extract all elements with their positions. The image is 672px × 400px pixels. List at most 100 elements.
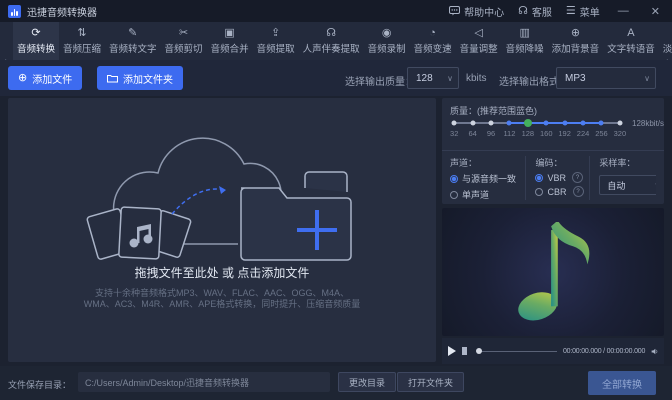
bitrate-slider[interactable]: 32 64 96 112 128 160 192 224 256 320 [445, 115, 629, 145]
help-icon[interactable]: ? [572, 186, 584, 197]
toolbar-tab[interactable]: ◁ 音量调整 [456, 22, 502, 60]
encoding-option[interactable]: VBR ? [535, 172, 589, 183]
menu-button[interactable]: ☰ 菜单 [566, 4, 600, 19]
volume-icon[interactable] [651, 346, 658, 357]
plus-circle-icon: ⊕ [18, 71, 28, 84]
toolbar-tab[interactable]: ☊ 人声伴奏提取 [299, 22, 364, 60]
output-settings-panel: 质量：(推荐范围蓝色) 128kbit/s 32 64 96 112 128 1… [442, 98, 664, 204]
bitrate-tick[interactable]: 256 [592, 115, 610, 145]
bitrate-tick[interactable]: 96 [482, 115, 500, 145]
seek-slider[interactable] [475, 346, 557, 356]
tick-dot-icon [598, 120, 604, 126]
chat-bubble-icon [449, 6, 461, 16]
radio-icon [535, 173, 544, 182]
customer-service-button[interactable]: ☊ 客服 [518, 4, 552, 19]
toolbar-tab[interactable]: ◉ 音频录制 [364, 22, 410, 60]
bitrate-tick[interactable]: 32 [445, 115, 463, 145]
quality-select[interactable]: 128 ∨ [407, 67, 459, 89]
scroll-right-icon[interactable]: › [664, 56, 670, 60]
tab-label: 音频变速 [413, 43, 452, 55]
help-center-button[interactable]: 帮助中心 [449, 4, 504, 19]
bitrate-tick[interactable]: 64 [463, 115, 481, 145]
encoding-option[interactable]: CBR ? [535, 186, 589, 197]
tab-icon: A [627, 26, 635, 39]
feature-toolbar: ‹ ⟳ 音频转换 ⇅ 音频压缩 ✎ 音频转文字 ✂ [0, 22, 672, 60]
toolbar-tab[interactable]: ▣ 音频合并 [207, 22, 253, 60]
toolbar-tab[interactable]: ◔ 音频变速 [410, 22, 456, 60]
tab-label: 音频录制 [367, 43, 406, 55]
quality-select-label: 选择输出质量： [345, 77, 415, 88]
toolbar-tab[interactable]: ▥ 音频降噪 [502, 22, 548, 60]
radio-icon [450, 174, 458, 183]
format-select[interactable]: MP3 ∨ [556, 67, 656, 89]
tick-label: 96 [486, 129, 496, 138]
folder-icon [107, 74, 118, 82]
tick-label: 256 [595, 129, 608, 138]
add-folder-button[interactable]: 添加文件夹 [97, 66, 183, 90]
seek-handle[interactable] [475, 348, 482, 354]
toolbar-tabs: ⟳ 音频转换 ⇅ 音频压缩 ✎ 音频转文字 ✂ 音频剪切 ▣ 音频合并 ⇪ 音频… [13, 22, 672, 60]
toolbar-tab[interactable]: A 文字转语音 [603, 22, 659, 60]
toolbar-tab[interactable]: ◑ 淡入淡出 [659, 22, 672, 60]
close-button[interactable]: ✕ [647, 5, 664, 18]
current-bitrate-value: 128kbit/s [632, 119, 665, 128]
seek-track [476, 350, 557, 352]
bitrate-tick[interactable]: 224 [574, 115, 592, 145]
stop-button[interactable] [462, 347, 467, 355]
radio-icon [450, 190, 458, 199]
channel-option[interactable]: 与源音频一致 [450, 172, 525, 185]
channel-option-label: 单声道 [462, 190, 490, 200]
save-directory-label: 文件保存目录： [8, 380, 72, 390]
tab-label: 文字转语音 [607, 43, 655, 55]
minimize-button[interactable]: — [614, 5, 633, 17]
change-directory-button[interactable]: 更改目录 [338, 372, 397, 392]
tab-icon: ✂ [178, 26, 189, 39]
samplerate-select[interactable]: 自动 ∨ [599, 175, 656, 195]
toolbar-tab[interactable]: ✎ 音频转文字 [105, 22, 161, 60]
tab-icon: ☊ [326, 26, 336, 39]
quality-unit-label: kbits [466, 73, 487, 84]
customer-service-label: 客服 [531, 7, 552, 19]
toolbar-tab[interactable]: ⇪ 音频提取 [253, 22, 299, 60]
play-button[interactable] [448, 346, 456, 356]
bitrate-tick[interactable]: 320 [611, 115, 629, 145]
help-center-label: 帮助中心 [464, 7, 505, 19]
tick-label: 64 [468, 129, 477, 138]
bitrate-tick[interactable]: 160 [537, 115, 555, 145]
channel-option-label: 与源音频一致 [462, 174, 517, 184]
tick-dot-icon [523, 119, 532, 127]
bitrate-tick[interactable]: 192 [555, 115, 573, 145]
tab-icon: ◁ [474, 26, 483, 39]
tab-icon: ▥ [519, 26, 530, 39]
help-icon[interactable]: ? [572, 172, 583, 183]
tick-label: 320 [613, 129, 627, 138]
scroll-left-icon[interactable]: ‹ [3, 56, 7, 60]
toolbar-tab[interactable]: ✂ 音频剪切 [161, 22, 207, 60]
toolbar-tab[interactable]: ⊕ 添加背景音 [548, 22, 604, 60]
file-drop-zone[interactable]: 拖拽文件至此处 或 点击添加文件 支持十余种音频格式MP3、WAV、FLAC、A… [8, 98, 436, 362]
channel-label: 声道： [450, 158, 478, 168]
convert-all-button[interactable]: 全部转换 [588, 371, 656, 395]
music-note-icon [518, 222, 590, 321]
save-directory-input[interactable] [78, 372, 330, 392]
open-folder-button[interactable]: 打开文件夹 [397, 372, 465, 392]
bitrate-tick[interactable]: 112 [500, 115, 518, 145]
tab-label: 音频转文字 [109, 43, 157, 55]
tick-label: 32 [450, 129, 459, 138]
encoding-options-group: 编码： VBR ? CBR ? [525, 156, 589, 200]
slider-ticks: 32 64 96 112 128 160 192 224 256 320 [445, 115, 629, 145]
tab-icon: ▣ [224, 26, 235, 39]
channel-option[interactable]: 单声道 [450, 188, 525, 200]
tab-label: 淡入淡出 [662, 43, 672, 55]
add-file-button[interactable]: ⊕ 添加文件 [8, 66, 83, 90]
tab-icon: ⇪ [270, 26, 281, 39]
bitrate-tick[interactable]: 128 [519, 115, 537, 145]
tick-dot-icon [470, 120, 476, 126]
toolbar-tab[interactable]: ⟳ 音频转换 [13, 22, 60, 60]
tick-dot-icon [617, 120, 623, 126]
tab-label: 人声伴奏提取 [302, 43, 360, 55]
tick-dot-icon [543, 120, 549, 126]
toolbar-tab[interactable]: ⇅ 音频压缩 [59, 22, 105, 60]
encoding-option-label: CBR [547, 186, 567, 197]
tab-icon: ✎ [128, 26, 138, 39]
